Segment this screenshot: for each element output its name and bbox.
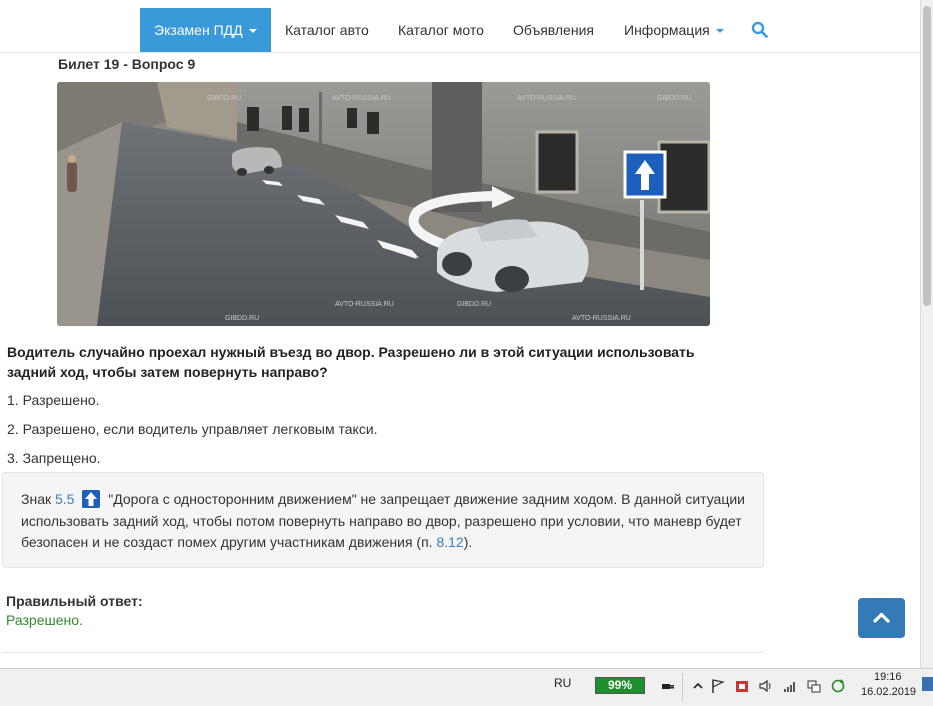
speaker-icon[interactable] [758,678,774,694]
security-icon[interactable] [734,678,750,694]
nav-catalog-moto[interactable]: Каталог мото [398,8,484,52]
refresh-icon[interactable] [830,678,846,694]
question-illustration: GIBDD.RU AVTO-RUSSIA.RU AVTO-RUSSIA.RU G… [57,82,710,326]
language-indicator[interactable]: RU [554,676,571,690]
chevron-up-icon [873,612,890,623]
page-scrollbar[interactable] [920,0,933,668]
watermark-text: AVTO-RUSSIA.RU [332,95,391,102]
watermark-text: GIBDD.RU [457,301,491,308]
chevron-down-icon [715,29,724,34]
search-icon[interactable] [751,21,769,39]
action-center-flag-icon[interactable] [710,678,726,694]
nav-info-label: Информация [624,22,710,38]
tray-separator [682,673,683,701]
ticket-title: Билет 19 - Вопрос 9 [58,56,196,72]
watermark-text: GIBDD.RU [657,95,691,102]
explanation-suffix: ). [463,534,473,550]
nav-info[interactable]: Информация [624,8,724,52]
divider [2,652,764,653]
correct-answer-label: Правильный ответ: [6,593,143,609]
answer-option-3[interactable]: 3. Запрещено. [7,450,101,466]
question-text: Водитель случайно проехал нужный въезд в… [7,344,695,380]
scroll-to-top-button[interactable] [858,598,905,638]
correct-answer-value: Разрешено. [6,612,83,628]
nav-ads[interactable]: Объявления [513,8,594,52]
watermark-text: AVTO-RUSSIA.RU [572,315,631,322]
watermark-text: AVTO-RUSSIA.RU [335,301,394,308]
answer-option-2[interactable]: 2. Разрешено, если водитель управляет ле… [7,421,378,437]
one-way-sign-icon [81,489,102,509]
watermark-text: AVTO-RUSSIA.RU [517,95,576,102]
show-desktop-button[interactable] [922,677,933,691]
battery-indicator[interactable]: 99% [595,677,645,694]
explanation-text: "Дорога с односторонним движением" не за… [21,491,745,550]
clock-date[interactable]: 16.02.2019 [861,686,916,698]
windows-taskbar: RU 99% 19:16 16.02.2019 [0,668,933,706]
sign-link[interactable]: 5.5 [55,491,74,507]
rule-link[interactable]: 8.12 [436,534,463,550]
power-plug-icon[interactable] [660,678,676,694]
explanation-box: Знак 5.5 "Дорога с односторонним движени… [2,472,764,568]
nav-exam-label: Экзамен ПДД [154,22,243,38]
scrollbar-thumb[interactable] [923,6,931,306]
watermark-text: GIBDD.RU [207,95,241,102]
watermark-text: GIBDD.RU [225,315,259,322]
answer-option-1[interactable]: 1. Разрешено. [7,392,99,408]
show-hidden-icons-chevron-icon[interactable] [690,678,706,694]
clock-time[interactable]: 19:16 [874,671,902,683]
nav-catalog-auto[interactable]: Каталог авто [285,8,369,52]
network-icon[interactable] [806,678,822,694]
chevron-down-icon [248,29,257,34]
nav-exam[interactable]: Экзамен ПДД [140,8,271,52]
top-navbar: Экзамен ПДД Каталог авто Каталог мото Об… [0,8,920,53]
signal-strength-icon[interactable] [782,678,798,694]
explanation-prefix: Знак [21,491,52,507]
